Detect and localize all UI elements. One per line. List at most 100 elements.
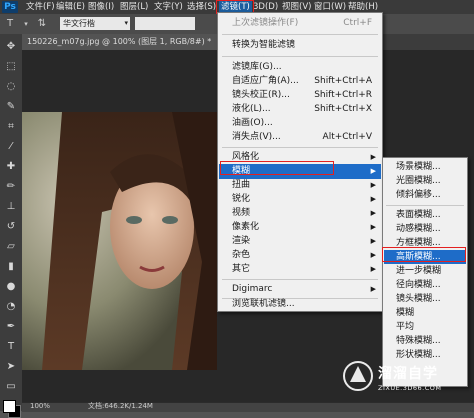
submenu-label: 视频 — [232, 208, 251, 218]
oil-paint-item[interactable]: 油画(O)... — [219, 116, 381, 131]
watermark-text: 溜溜自学 — [378, 366, 438, 382]
clone-stamp-tool-icon[interactable]: ⊥ — [3, 200, 19, 214]
filter-item-label: 镜头校正(R)... — [232, 90, 290, 100]
gradient-tool-icon[interactable]: ▮ — [3, 260, 19, 274]
menu-divider — [386, 205, 464, 206]
path-select-tool-icon[interactable]: ➤ — [3, 360, 19, 374]
chevron-right-icon: ▶ — [370, 167, 376, 175]
menu-file[interactable]: 文件(F) — [26, 0, 55, 14]
filter-item-shortcut: Alt+Ctrl+V — [322, 132, 372, 142]
gaussian-blur-annotation-box — [382, 247, 466, 262]
history-brush-tool-icon[interactable]: ↺ — [3, 220, 19, 234]
average-item[interactable]: 平均 — [384, 320, 466, 334]
chevron-down-icon: ▾ — [124, 19, 128, 27]
menu-divider — [222, 34, 378, 35]
render-submenu-item[interactable]: 渲染 ▶ — [219, 234, 381, 249]
lens-blur-item[interactable]: 镜头模糊... — [384, 292, 466, 306]
tilt-shift-item[interactable]: 倾斜偏移... — [384, 188, 466, 202]
last-filter-shortcut: Ctrl+F — [343, 18, 372, 28]
menu-select[interactable]: 选择(S) — [187, 0, 216, 14]
font-family-select[interactable]: 华文行楷 ▾ — [60, 17, 130, 30]
distort-submenu-item[interactable]: 扭曲 ▶ — [219, 178, 381, 193]
move-tool-icon[interactable]: ✥ — [3, 40, 19, 54]
portrait-photo — [22, 112, 217, 370]
video-submenu-item[interactable]: 视频 ▶ — [219, 206, 381, 221]
healing-brush-tool-icon[interactable]: ✚ — [3, 160, 19, 174]
filter-item-shortcut: Shift+Ctrl+A — [314, 76, 372, 86]
menu-layer[interactable]: 图层(L) — [120, 0, 148, 14]
document-tab[interactable]: 150226_m07g.jpg @ 100% (图层 1, RGB/8#) * — [22, 34, 222, 50]
photoshop-logo: Ps — [2, 1, 18, 13]
other-submenu-item[interactable]: 其它 ▶ — [219, 262, 381, 277]
vanishing-point-item[interactable]: 消失点(V)... Alt+Ctrl+V — [219, 130, 381, 145]
menu-divider — [222, 147, 378, 148]
menu-edit[interactable]: 编辑(E) — [56, 0, 85, 14]
convert-smart-filter-item[interactable]: 转换为智能滤镜 — [219, 38, 381, 53]
eyedropper-tool-icon[interactable]: ⁄ — [3, 140, 19, 154]
dodge-tool-icon[interactable]: ◔ — [3, 300, 19, 314]
lasso-tool-icon[interactable]: ◌ — [3, 80, 19, 94]
surface-blur-item[interactable]: 表面模糊... — [384, 208, 466, 222]
tool-preset-arrow-icon[interactable]: ▾ — [20, 18, 32, 30]
blur-item-annotation-box — [220, 161, 334, 175]
font-style-select[interactable] — [135, 17, 195, 30]
type-tool-icon[interactable]: T — [4, 18, 16, 30]
digimarc-submenu-item[interactable]: Digimarc ▶ — [219, 282, 381, 297]
filter-item-label: 消失点(V)... — [232, 132, 281, 142]
radial-blur-item[interactable]: 径向模糊... — [384, 278, 466, 292]
marquee-tool-icon[interactable]: ⬚ — [3, 60, 19, 74]
type-tool-icon[interactable]: T — [3, 340, 19, 354]
iris-blur-item[interactable]: 光圈模糊... — [384, 174, 466, 188]
last-filter-label: 上次滤镜操作(F) — [232, 18, 299, 28]
adaptive-wide-angle-item[interactable]: 自适应广角(A)... Shift+Ctrl+A — [219, 74, 381, 89]
smart-blur-item[interactable]: 特殊模糊... — [384, 334, 466, 348]
liquify-item[interactable]: 液化(L)... Shift+Ctrl+X — [219, 102, 381, 117]
filter-gallery-item[interactable]: 滤镜库(G)... — [219, 60, 381, 75]
menu-divider — [222, 56, 378, 57]
chevron-right-icon: ▶ — [370, 265, 376, 273]
text-orientation-icon[interactable]: ⇅ — [36, 18, 48, 30]
lens-correction-item[interactable]: 镜头校正(R)... Shift+Ctrl+R — [219, 88, 381, 103]
submenu-label: 杂色 — [232, 250, 251, 260]
crop-tool-icon[interactable]: ⌗ — [3, 120, 19, 134]
brush-tool-icon[interactable]: ✏ — [3, 180, 19, 194]
eraser-tool-icon[interactable]: ▱ — [3, 240, 19, 254]
last-filter-item: 上次滤镜操作(F) Ctrl+F — [219, 16, 381, 31]
pen-tool-icon[interactable]: ✒ — [3, 320, 19, 334]
chevron-right-icon: ▶ — [370, 285, 376, 293]
menu-divider — [222, 279, 378, 280]
watermark-url: ZIXUE.3D66.COM — [378, 384, 442, 392]
chevron-right-icon: ▶ — [370, 237, 376, 245]
chevron-right-icon: ▶ — [370, 195, 376, 203]
chevron-right-icon: ▶ — [370, 223, 376, 231]
blur-tool-icon[interactable]: ● — [3, 280, 19, 294]
shape-tool-icon[interactable]: ▭ — [3, 380, 19, 394]
noise-submenu-item[interactable]: 杂色 ▶ — [219, 248, 381, 263]
quick-select-tool-icon[interactable]: ✎ — [3, 100, 19, 114]
chevron-right-icon: ▶ — [370, 153, 376, 161]
submenu-label: 其它 — [232, 264, 251, 274]
chevron-right-icon: ▶ — [370, 209, 376, 217]
menu-image[interactable]: 图像(I) — [88, 0, 114, 14]
blur-item[interactable]: 模糊 — [384, 306, 466, 320]
filter-item-label: 液化(L)... — [232, 104, 271, 114]
motion-blur-item[interactable]: 动感模糊... — [384, 222, 466, 236]
pixelate-submenu-item[interactable]: 像素化 ▶ — [219, 220, 381, 235]
blur-more-item[interactable]: 进一步模糊 — [384, 264, 466, 278]
sharpen-submenu-item[interactable]: 锐化 ▶ — [219, 192, 381, 207]
foreground-color-swatch[interactable] — [3, 400, 16, 413]
browse-filters-online-item[interactable]: 浏览联机滤镜... — [219, 297, 381, 312]
submenu-label: 像素化 — [232, 222, 260, 232]
submenu-label: Digimarc — [232, 284, 273, 294]
menu-type[interactable]: 文字(Y) — [154, 0, 183, 14]
chevron-right-icon: ▶ — [370, 251, 376, 259]
toolbox: ✥ ⬚ ◌ ✎ ⌗ ⁄ ✚ ✏ ⊥ ↺ ▱ ▮ ● ◔ ✒ T ➤ ▭ — [0, 34, 23, 418]
zoom-level[interactable]: 100% — [30, 402, 50, 411]
submenu-label: 渲染 — [232, 236, 251, 246]
chevron-right-icon: ▶ — [370, 181, 376, 189]
document-size: 文档:646.2K/1.24M — [88, 402, 153, 410]
filter-item-label: 滤镜库(G)... — [232, 62, 282, 72]
filter-item-shortcut: Shift+Ctrl+X — [314, 104, 372, 114]
field-blur-item[interactable]: 场景模糊... — [384, 160, 466, 174]
submenu-label: 扭曲 — [232, 180, 251, 190]
